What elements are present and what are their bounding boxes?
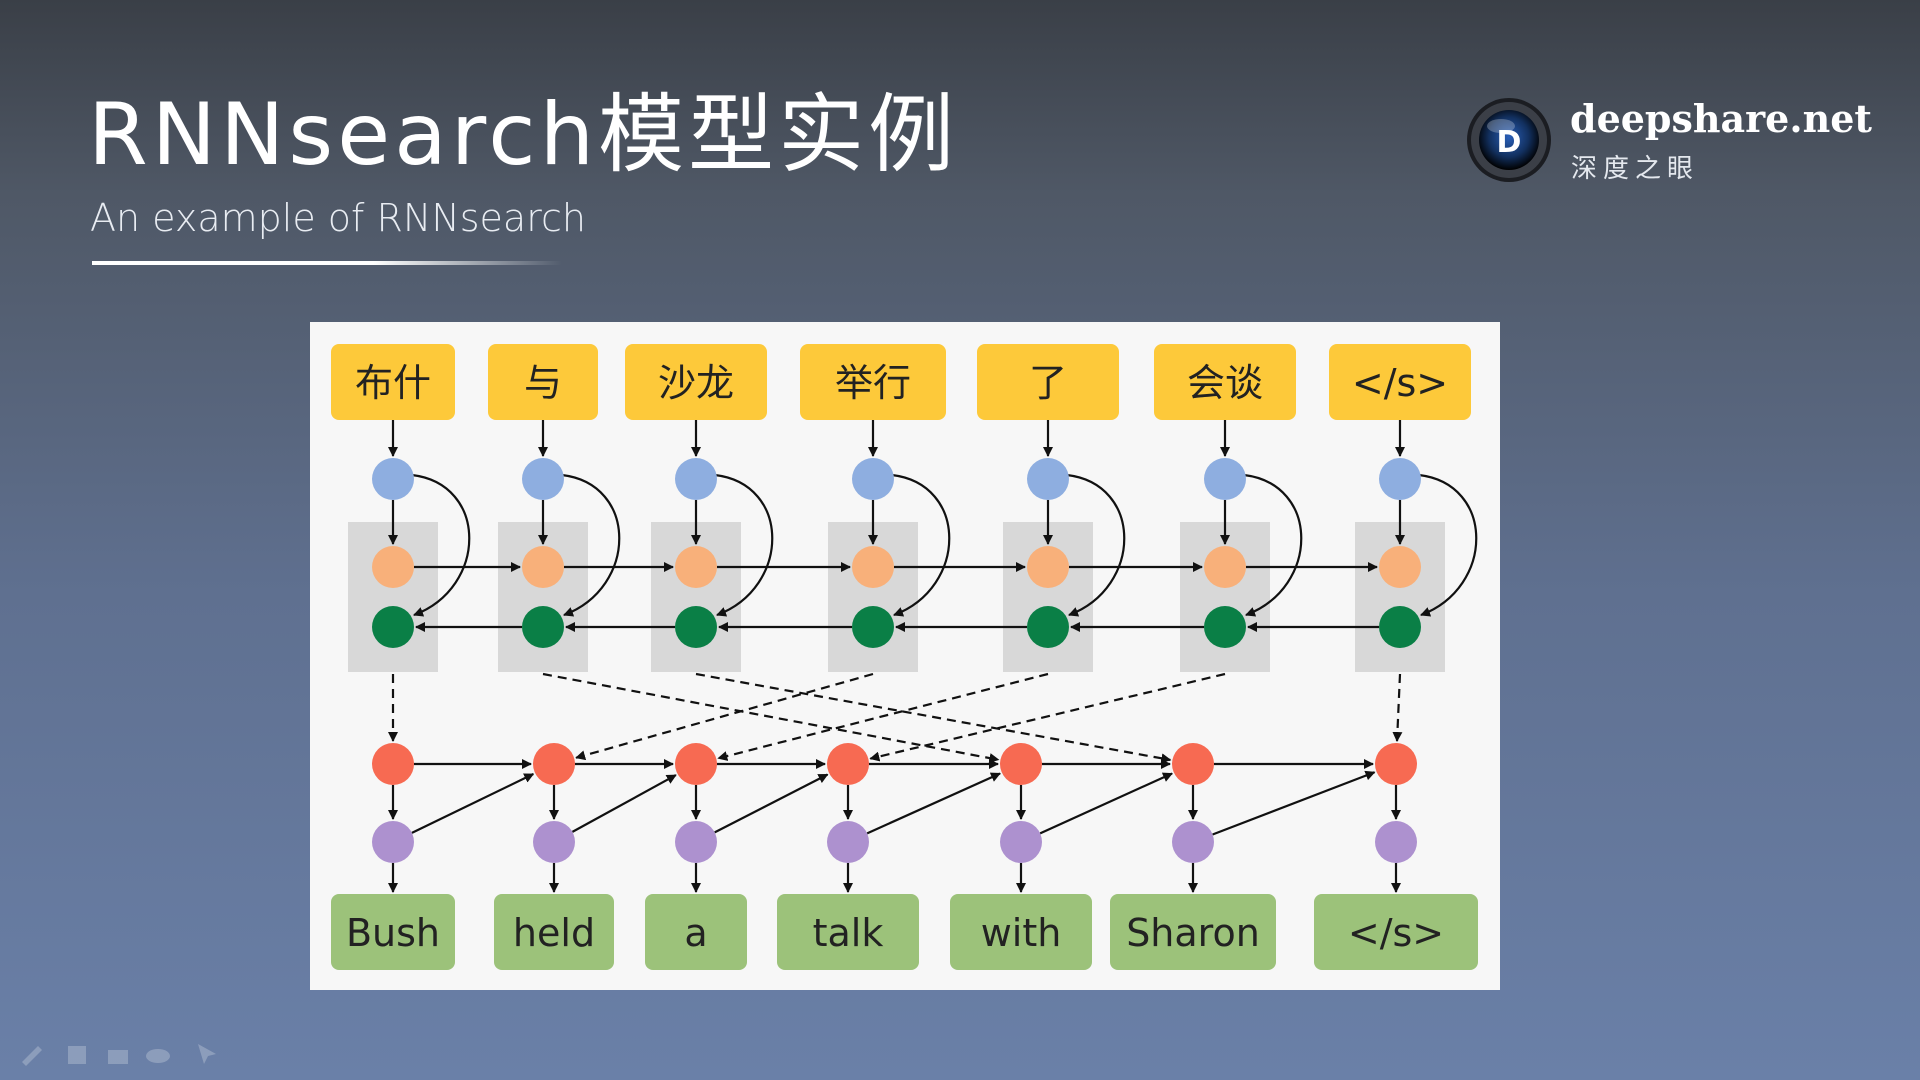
embedding-node: [852, 458, 894, 500]
target-token: a: [684, 911, 707, 955]
embedding-node: [372, 458, 414, 500]
decoder-output-node: [1000, 821, 1042, 863]
backward-hidden-node: [372, 606, 414, 648]
forward-hidden-node: [852, 546, 894, 588]
backward-hidden-node: [522, 606, 564, 648]
decoder-state-node: [533, 743, 575, 785]
rnnsearch-diagram: 布什 与 沙龙 举行 了 会谈 </s> Bush held a talk with Sharon </s…: [310, 322, 1500, 990]
target-token: </s>: [1348, 911, 1444, 955]
target-token: talk: [813, 911, 884, 955]
attention-arrow: [1392, 673, 1403, 743]
encoder-block: [1180, 522, 1270, 672]
logo-letter: D: [1497, 125, 1522, 160]
attention-arrow: [575, 672, 874, 761]
embedding-node: [675, 458, 717, 500]
encoder-block: [1355, 522, 1445, 672]
forward-hidden-node: [1027, 546, 1069, 588]
encoder-block: [498, 522, 588, 672]
pointer-icon[interactable]: [198, 1044, 216, 1064]
forward-hidden-node: [675, 546, 717, 588]
output-feedback-arrow: [714, 773, 829, 834]
source-token: 沙龙: [658, 361, 734, 405]
backward-hidden-node: [1204, 606, 1246, 648]
decoder-output-node: [1375, 821, 1417, 863]
title-underline: [92, 261, 562, 265]
output-feedback-arrow: [866, 772, 1001, 835]
forward-hidden-node: [1204, 546, 1246, 588]
diagram-canvas: 布什 与 沙龙 举行 了 会谈 </s> Bush held a talk with Sharon </s…: [331, 344, 1478, 970]
embedding-node: [1379, 458, 1421, 500]
eye-logo-icon: D: [1467, 98, 1551, 182]
source-token: 举行: [835, 361, 911, 405]
target-token: Bush: [346, 911, 440, 955]
embedding-node: [1204, 458, 1246, 500]
output-feedback-arrow: [571, 774, 677, 833]
target-token: held: [513, 911, 595, 955]
decoder-output-node: [372, 821, 414, 863]
eraser-icon[interactable]: [108, 1050, 128, 1064]
forward-hidden-node: [522, 546, 564, 588]
slide-title: RNNsearch模型实例: [88, 85, 959, 185]
output-feedback-arrow: [411, 773, 535, 834]
attention-arrow: [869, 672, 1226, 762]
decoder-state-node: [1000, 743, 1042, 785]
forward-hidden-node: [1379, 546, 1421, 588]
backward-hidden-node: [852, 606, 894, 648]
decoder-state-node: [1375, 743, 1417, 785]
backward-hidden-node: [1027, 606, 1069, 648]
decoder-output-node: [675, 821, 717, 863]
source-token: 了: [1029, 361, 1067, 405]
backward-hidden-node: [1379, 606, 1421, 648]
view-icon[interactable]: [146, 1049, 170, 1063]
presentation-toolbar[interactable]: [18, 1038, 218, 1068]
encoder-block: [348, 522, 438, 672]
source-token: 布什: [355, 361, 431, 405]
decoder-output-node: [827, 821, 869, 863]
slide-subtitle: An example of RNNsearch: [90, 196, 586, 240]
source-token: </s>: [1352, 361, 1448, 405]
pen-icon[interactable]: [22, 1046, 42, 1066]
logo-subtitle: 深度之眼: [1571, 154, 1700, 184]
forward-hidden-node: [372, 546, 414, 588]
embedding-node: [522, 458, 564, 500]
source-token: 与: [524, 361, 562, 405]
decoder-output-node: [533, 821, 575, 863]
output-feedback-arrow: [1039, 772, 1173, 835]
decoder-state-node: [827, 743, 869, 785]
brand-logo: D deepshare.net 深度之眼: [1465, 96, 1872, 196]
embedding-node: [1027, 458, 1069, 500]
decoder-state-node: [675, 743, 717, 785]
highlighter-icon[interactable]: [68, 1046, 86, 1064]
target-token: with: [981, 911, 1062, 955]
decoder-state-node: [372, 743, 414, 785]
encoder-block: [1003, 522, 1093, 672]
encoder-block: [651, 522, 741, 672]
decoder-state-node: [1172, 743, 1214, 785]
backward-hidden-node: [675, 606, 717, 648]
logo-name: deepshare.net: [1570, 96, 1872, 141]
target-token: Sharon: [1126, 911, 1260, 955]
output-feedback-arrow: [1212, 770, 1376, 836]
decoder-output-node: [1172, 821, 1214, 863]
source-token: 会谈: [1187, 361, 1263, 405]
encoder-block: [828, 522, 918, 672]
